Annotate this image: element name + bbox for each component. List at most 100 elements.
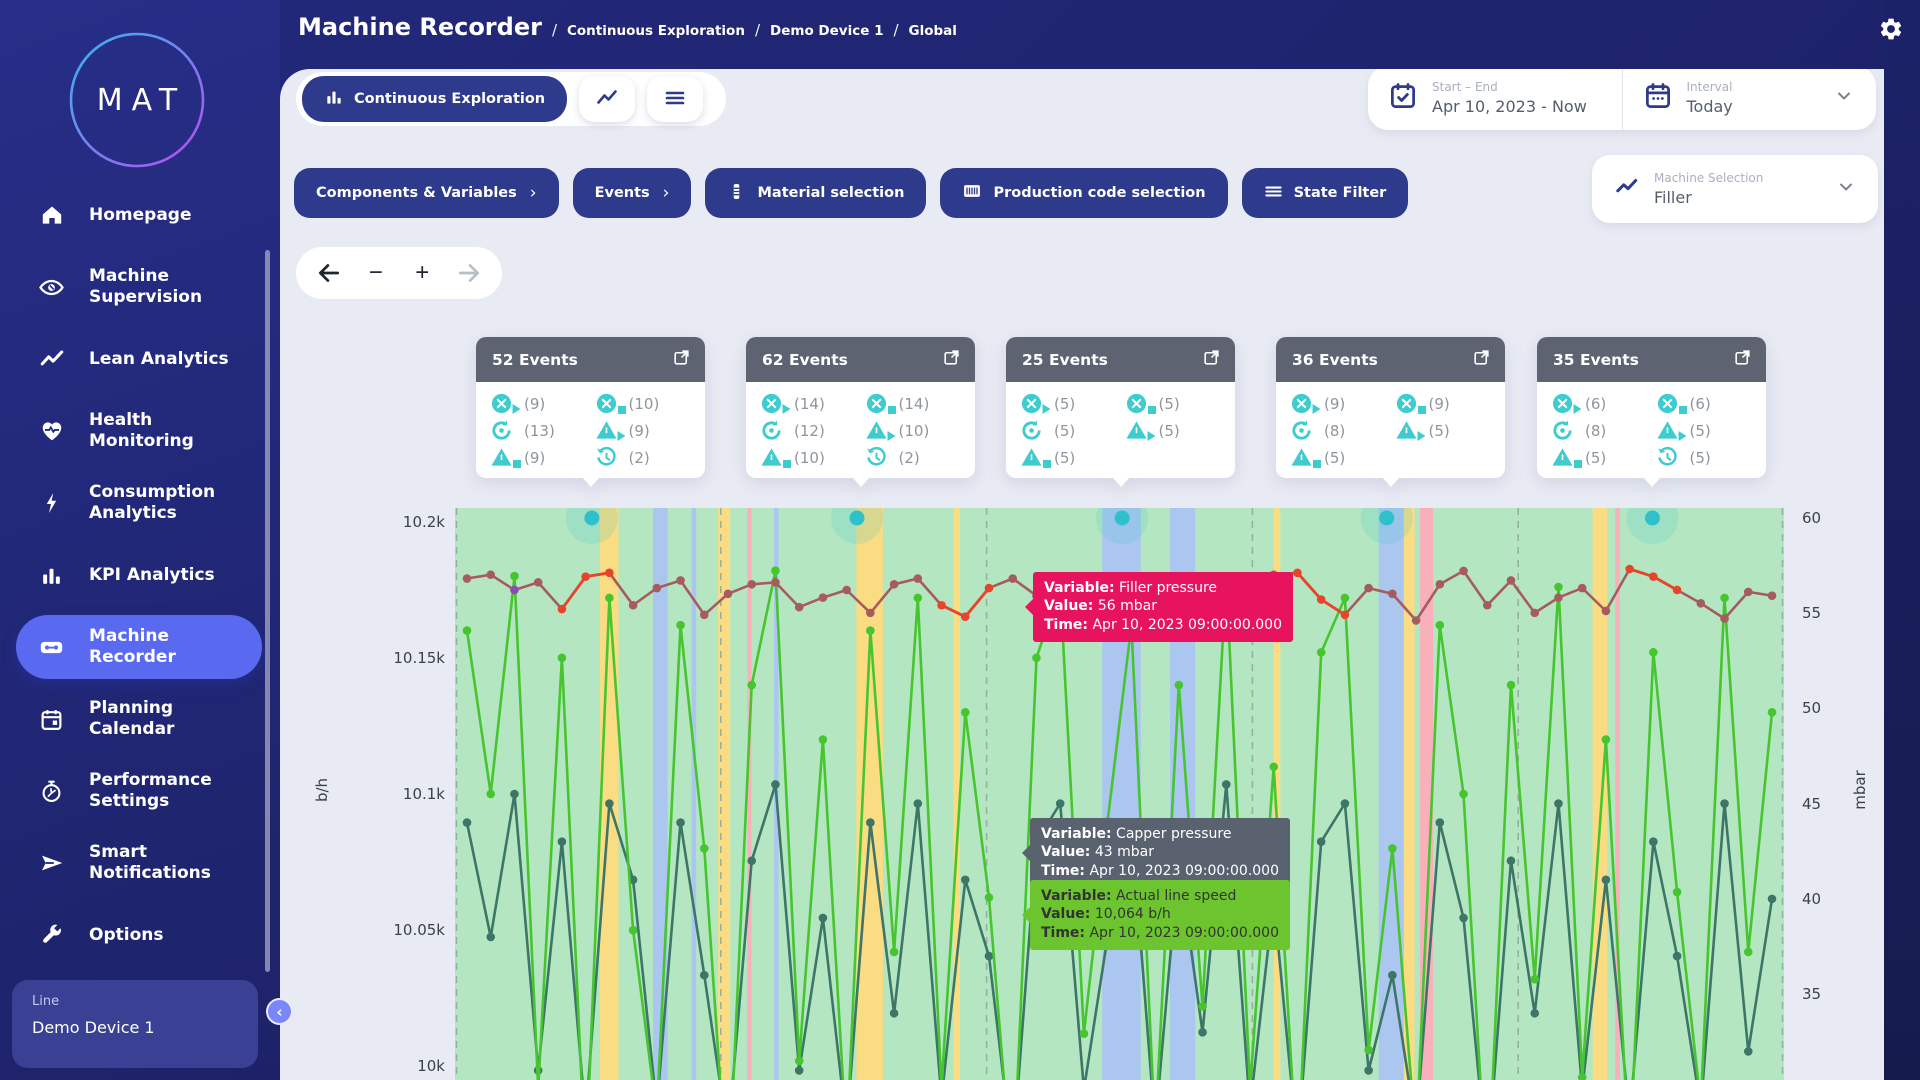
event-type-stop-play: (5)	[1020, 390, 1125, 417]
line-view-button[interactable]	[579, 76, 635, 122]
bar-chart-icon	[324, 87, 344, 111]
event-card-title: 35 Events	[1553, 351, 1639, 369]
breadcrumb-item[interactable]: Global	[909, 23, 957, 39]
line-chart-icon	[1614, 174, 1640, 204]
warning-icon	[1551, 446, 1575, 470]
events-filter-button[interactable]: Events›	[573, 168, 692, 218]
zoom-out-button[interactable]: −	[358, 255, 394, 291]
event-card-pointer	[1112, 477, 1130, 487]
sidebar-item-kpi-analytics[interactable]: KPI Analytics	[0, 539, 280, 611]
square-badge-icon	[1043, 453, 1051, 472]
app-logo: MAT	[67, 30, 207, 170]
event-card[interactable]: 25 Events (5) (5) (5) (5) (5)	[1006, 337, 1235, 478]
zoom-in-button[interactable]: +	[404, 255, 440, 291]
header: Machine Recorder / Continuous Exploratio…	[280, 0, 1920, 69]
chip-label: Production code selection	[993, 185, 1205, 201]
sidebar-item-machine-recorder[interactable]: Machine Recorder	[16, 615, 262, 679]
chevron-down-icon	[1836, 177, 1856, 201]
event-type-history: (5)	[1656, 444, 1761, 471]
sidebar-item-smart-notifications[interactable]: Smart Notifications	[0, 827, 280, 899]
warning-icon	[490, 446, 514, 470]
event-count: (13)	[524, 422, 555, 440]
event-count: (5)	[1054, 395, 1075, 413]
chip-label: State Filter	[1294, 185, 1387, 201]
components-variables-filter-button[interactable]: Components & Variables›	[294, 168, 559, 218]
event-marker-dot	[1645, 511, 1660, 526]
external-link-icon[interactable]	[1733, 348, 1752, 371]
square-badge-icon	[888, 399, 896, 418]
sidebar-collapse-button[interactable]: ‹	[266, 998, 293, 1025]
warning-icon	[1020, 446, 1044, 470]
settings-gear-icon[interactable]	[1878, 16, 1904, 42]
event-count: (5)	[1690, 422, 1711, 440]
play-badge-icon	[1312, 399, 1321, 418]
restart-icon	[490, 419, 514, 443]
sidebar-scrollbar[interactable]	[265, 250, 270, 972]
event-marker-dot	[584, 511, 599, 526]
event-card-title: 25 Events	[1022, 351, 1108, 369]
sidebar-item-lean-analytics[interactable]: Lean Analytics	[0, 323, 280, 395]
square-badge-icon	[618, 399, 626, 418]
external-link-icon[interactable]	[672, 348, 691, 371]
device-card-value: Demo Device 1	[32, 1018, 238, 1037]
state-filter-button[interactable]: State Filter	[1242, 168, 1409, 218]
event-card-pointer	[1643, 477, 1661, 487]
sidebar-item-consumption-analytics[interactable]: Consumption Analytics	[0, 467, 280, 539]
machine-selection-dropdown[interactable]: Machine Selection Filler	[1592, 155, 1878, 223]
event-type-warning-play: (5)	[1656, 417, 1761, 444]
continuous-exploration-button[interactable]: Continuous Exploration	[302, 76, 567, 122]
chart-tooltip: Variable: Filler pressure Value: 56 mbar…	[1033, 572, 1293, 642]
breadcrumb-item[interactable]: Demo Device 1	[770, 23, 883, 39]
device-card[interactable]: Line Demo Device 1	[12, 980, 258, 1068]
list-icon	[1264, 182, 1283, 205]
play-badge-icon	[1042, 399, 1051, 418]
chevron-right-icon: ›	[663, 183, 670, 203]
pan-left-button[interactable]	[311, 255, 347, 291]
external-link-icon[interactable]	[942, 348, 961, 371]
timeseries-chart[interactable]: Variable: Filler pressure Value: 56 mbar…	[455, 508, 1784, 1080]
sidebar-item-options[interactable]: Options	[0, 899, 280, 971]
event-card[interactable]: 62 Events (14) (12) (10) (14) (10) (2)	[746, 337, 975, 478]
right-axis-tick: 45	[1802, 795, 1821, 813]
external-link-icon[interactable]	[1472, 348, 1491, 371]
barcode-icon	[962, 181, 982, 205]
chevron-down-icon	[1834, 86, 1854, 110]
event-count: (5)	[1054, 422, 1075, 440]
sidebar: MAT Homepage Machine Supervision Lean An…	[0, 0, 280, 1080]
external-link-icon[interactable]	[1202, 348, 1221, 371]
machine-selection-value: Filler	[1654, 188, 1763, 207]
play-badge-icon	[1573, 399, 1582, 418]
sidebar-nav: Homepage Machine Supervision Lean Analyt…	[0, 179, 280, 971]
event-count: (10)	[629, 395, 660, 413]
sidebar-item-homepage[interactable]: Homepage	[0, 179, 280, 251]
machine-selection-label: Machine Selection	[1654, 171, 1763, 185]
event-card[interactable]: 35 Events (6) (8) (5) (6) (5) (5)	[1537, 337, 1766, 478]
event-type-warning-play: (5)	[1125, 417, 1230, 444]
filter-chips-row: Components & Variables› Events› Material…	[294, 168, 1408, 218]
sidebar-item-planning-calendar[interactable]: Planning Calendar	[0, 683, 280, 755]
square-badge-icon	[1313, 453, 1321, 472]
restart-icon	[1551, 419, 1575, 443]
sidebar-item-performance-settings[interactable]: Performance Settings	[0, 755, 280, 827]
event-count: (5)	[1585, 449, 1606, 467]
pan-right-button[interactable]	[451, 255, 487, 291]
event-type-restart: (12)	[760, 417, 865, 444]
sidebar-item-machine-supervision[interactable]: Machine Supervision	[0, 251, 280, 323]
date-range-picker[interactable]: Start – End Apr 10, 2023 - Now	[1368, 69, 1622, 130]
event-card[interactable]: 36 Events (9) (8) (5) (9) (5)	[1276, 337, 1505, 478]
restart-icon	[1020, 419, 1044, 443]
event-count: (5)	[1429, 422, 1450, 440]
interval-picker[interactable]: Interval Today	[1622, 69, 1877, 130]
sidebar-item-health-monitoring[interactable]: Health Monitoring	[0, 395, 280, 467]
breadcrumb-item[interactable]: Continuous Exploration	[567, 23, 745, 39]
breadcrumb-separator: /	[552, 21, 557, 39]
event-type-stop-play: (9)	[490, 390, 595, 417]
material-selection-button[interactable]: Material selection	[705, 168, 926, 218]
list-view-button[interactable]	[647, 76, 703, 122]
restart-icon	[760, 419, 784, 443]
production-code-selection-button[interactable]: Production code selection	[940, 168, 1227, 218]
event-card[interactable]: 52 Events (9) (13) (9) (10) (9) (2)	[476, 337, 705, 478]
play-badge-icon	[1147, 426, 1156, 445]
play-badge-icon	[782, 399, 791, 418]
trend-line-icon	[38, 346, 65, 373]
